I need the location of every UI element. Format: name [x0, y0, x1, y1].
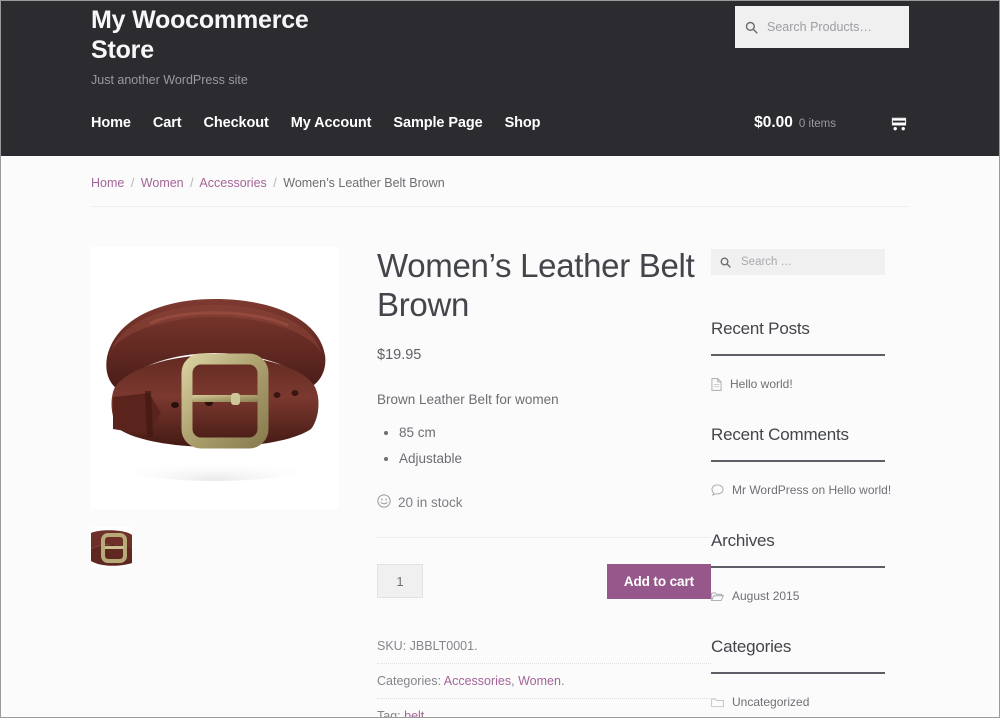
- meta-comma: ,: [511, 673, 515, 688]
- category-link-women[interactable]: Women: [518, 674, 561, 688]
- meta-period: .: [560, 673, 565, 688]
- sidebar-search-input[interactable]: [739, 255, 876, 269]
- sku-label: SKU:: [377, 638, 407, 653]
- sku-value: JBBLT0001.: [409, 638, 478, 653]
- site-title[interactable]: My Woocommerce Store: [91, 6, 321, 65]
- product-feature-item: Adjustable: [399, 448, 711, 470]
- archives-list: August 2015: [711, 587, 909, 605]
- belt-thumbnail: [91, 527, 132, 568]
- widget-divider: [711, 672, 885, 674]
- product-price: $19.95: [377, 346, 422, 363]
- widget-title-recent-comments: Recent Comments: [711, 425, 849, 444]
- sidebar: Recent Posts: [711, 247, 909, 717]
- page-content: Home / Women / Accessories / Women’s Lea…: [91, 156, 909, 718]
- smiley-icon: [377, 494, 391, 511]
- product-feature-item: 85 cm: [399, 422, 711, 444]
- product-thumbnails: [91, 527, 339, 568]
- product-summary: Women’s Leather Belt Brown $19.95 Brown …: [377, 247, 711, 718]
- product-tags-row: Tag: belt.: [377, 699, 711, 718]
- product-page-layout: Women’s Leather Belt Brown $19.95 Brown …: [91, 207, 909, 718]
- nav-item-home[interactable]: Home: [91, 115, 131, 131]
- breadcrumb: Home / Women / Accessories / Women’s Lea…: [91, 156, 909, 207]
- widget-divider: [711, 566, 885, 568]
- widget-recent-posts: Recent Posts Hello world!: [711, 319, 909, 393]
- breadcrumb-separator: /: [190, 176, 194, 190]
- product-categories-row: Categories: Accessories, Women.: [377, 664, 711, 699]
- categories-list: Uncategorized: [711, 693, 909, 711]
- sidebar-search-box[interactable]: [711, 249, 885, 275]
- product-feature-list: 85 cm Adjustable: [377, 422, 711, 469]
- add-to-cart-form: Add to cart: [377, 536, 711, 599]
- breadcrumb-current-page: Women’s Leather Belt Brown: [283, 176, 445, 190]
- browser-viewport: My Woocommerce Store Just another WordPr…: [0, 0, 1000, 718]
- recent-posts-list: Hello world!: [711, 375, 909, 393]
- widget-divider: [711, 460, 885, 462]
- folder-open-icon: [711, 591, 724, 602]
- primary-navigation: Home Cart Checkout My Account Sample Pag…: [91, 115, 541, 131]
- product-thumbnail-1[interactable]: [91, 527, 132, 568]
- stock-status: 20 in stock: [377, 494, 711, 511]
- breadcrumb-item-accessories[interactable]: Accessories: [199, 176, 266, 190]
- search-icon: [745, 21, 758, 34]
- nav-item-checkout[interactable]: Checkout: [204, 115, 269, 131]
- breadcrumb-separator: /: [273, 176, 277, 190]
- breadcrumb-separator: /: [130, 176, 135, 190]
- shopping-cart-icon[interactable]: [888, 114, 909, 132]
- breadcrumb-item-home[interactable]: Home: [91, 176, 124, 190]
- list-item[interactable]: Hello world!: [711, 375, 909, 393]
- list-item[interactable]: Uncategorized: [711, 693, 909, 711]
- cart-summary[interactable]: $0.00 0 items: [754, 114, 909, 132]
- widget-title-categories: Categories: [711, 637, 792, 656]
- stock-label: 20 in stock: [398, 494, 463, 510]
- widget-title-recent-posts: Recent Posts: [711, 319, 810, 338]
- product-search-input[interactable]: [767, 20, 899, 34]
- categories-label: Categories:: [377, 673, 441, 688]
- list-item[interactable]: Mr WordPress on Hello world!: [711, 481, 909, 499]
- search-icon: [720, 257, 731, 268]
- cart-totals[interactable]: $0.00 0 items: [754, 114, 836, 132]
- cart-amount: $0.00: [754, 114, 793, 131]
- widget-title-archives: Archives: [711, 531, 775, 550]
- quantity-input[interactable]: [377, 564, 423, 599]
- product-meta: SKU: JBBLT0001. Categories: Accessories,…: [377, 629, 711, 718]
- breadcrumb-item-women[interactable]: Women: [141, 176, 184, 190]
- comment-icon: [711, 484, 724, 496]
- site-branding[interactable]: My Woocommerce Store Just another WordPr…: [91, 6, 321, 87]
- product-title: Women’s Leather Belt Brown: [377, 247, 695, 323]
- folder-icon: [711, 697, 724, 708]
- product-sku-row: SKU: JBBLT0001.: [377, 629, 711, 664]
- cart-item-count: 0 items: [798, 118, 836, 130]
- site-header: My Woocommerce Store Just another WordPr…: [1, 1, 999, 156]
- widget-categories: Categories Uncategorized: [711, 637, 909, 711]
- category-link-accessories[interactable]: Accessories: [444, 674, 511, 688]
- tag-link-belt[interactable]: belt: [404, 709, 424, 717]
- recent-post-link[interactable]: Hello world!: [730, 375, 793, 393]
- nav-item-cart[interactable]: Cart: [153, 115, 182, 131]
- widget-recent-comments: Recent Comments Mr WordPress on Hello wo…: [711, 425, 909, 499]
- product-short-description: Brown Leather Belt for women 85 cm Adjus…: [377, 389, 711, 470]
- product-gallery: [91, 247, 339, 717]
- widget-archives: Archives August 2015: [711, 531, 909, 605]
- site-description: Just another WordPress site: [91, 73, 248, 87]
- document-icon: [711, 377, 722, 391]
- product-main-image[interactable]: [91, 247, 339, 509]
- archive-link[interactable]: August 2015: [732, 587, 799, 605]
- nav-item-sample-page[interactable]: Sample Page: [393, 115, 482, 131]
- recent-comments-list: Mr WordPress on Hello world!: [711, 481, 909, 499]
- meta-period: .: [424, 708, 428, 718]
- tag-label: Tag:: [377, 708, 401, 718]
- list-item[interactable]: August 2015: [711, 587, 909, 605]
- belt-photo: [91, 247, 339, 509]
- category-link[interactable]: Uncategorized: [732, 693, 809, 711]
- nav-item-my-account[interactable]: My Account: [291, 115, 372, 131]
- widget-divider: [711, 354, 885, 356]
- nav-item-shop[interactable]: Shop: [505, 115, 541, 131]
- recent-comment-link[interactable]: Mr WordPress on Hello world!: [732, 481, 891, 499]
- product-main: Women’s Leather Belt Brown $19.95 Brown …: [91, 247, 711, 718]
- product-description-text: Brown Leather Belt for women: [377, 391, 559, 407]
- add-to-cart-button[interactable]: Add to cart: [606, 563, 711, 599]
- product-search-box[interactable]: [735, 6, 909, 48]
